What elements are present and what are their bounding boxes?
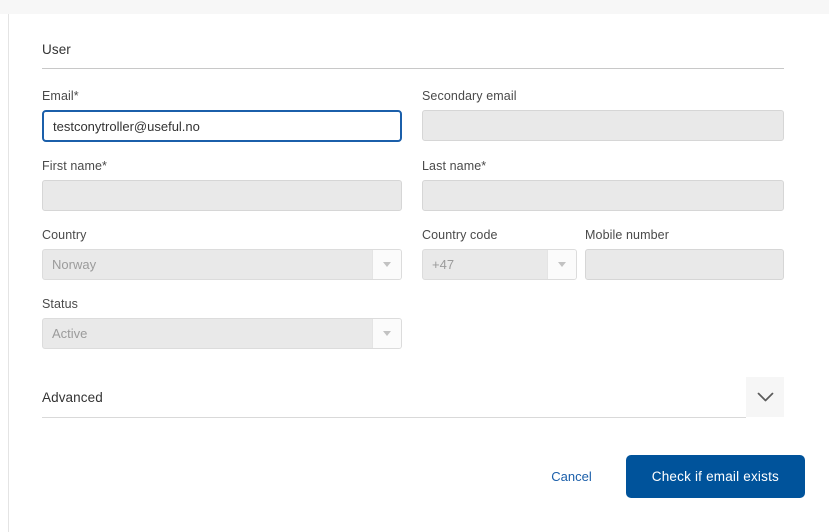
form-row-phone: Country Norway Country code +47 Mobile n… xyxy=(42,228,784,280)
country-select[interactable]: Norway xyxy=(42,249,402,280)
first-name-input[interactable] xyxy=(42,180,402,211)
form-row-status: Status Active xyxy=(42,297,784,349)
secondary-email-input[interactable] xyxy=(422,110,784,141)
email-input[interactable] xyxy=(42,110,402,142)
status-select-value: Active xyxy=(52,326,88,341)
last-name-input[interactable] xyxy=(422,180,784,211)
label-status: Status xyxy=(42,297,79,311)
section-title-user: User xyxy=(42,42,71,57)
form-row-email: Email* Secondary email xyxy=(42,89,784,142)
advanced-toggle-button[interactable] xyxy=(746,377,784,417)
label-email: Email* xyxy=(42,89,79,103)
label-secondary-email: Secondary email xyxy=(422,89,517,103)
status-select-arrow[interactable] xyxy=(372,319,401,348)
status-row-spacer xyxy=(422,297,784,349)
mobile-number-input[interactable] xyxy=(585,249,784,280)
advanced-title: Advanced xyxy=(42,389,103,405)
country-select-value: Norway xyxy=(52,257,97,272)
chevron-down-icon xyxy=(558,262,566,267)
advanced-divider xyxy=(42,417,746,418)
chevron-down-icon xyxy=(383,331,391,336)
field-last-name: Last name* xyxy=(422,159,784,211)
field-country: Country Norway xyxy=(42,228,402,280)
status-select[interactable]: Active xyxy=(42,318,402,349)
field-email: Email* xyxy=(42,89,402,142)
label-first-name: First name* xyxy=(42,159,108,173)
country-code-select-value: +47 xyxy=(432,257,455,272)
field-status: Status Active xyxy=(42,297,402,349)
country-select-arrow[interactable] xyxy=(372,250,401,279)
chevron-down-icon xyxy=(757,392,773,401)
chevron-down-icon xyxy=(383,262,391,267)
label-mobile-number: Mobile number xyxy=(585,228,669,242)
user-form-page: User Email* Secondary email First name* … xyxy=(9,14,829,532)
advanced-header[interactable]: Advanced xyxy=(42,377,784,417)
advanced-section: Advanced xyxy=(42,377,784,418)
label-last-name: Last name* xyxy=(422,159,487,173)
field-first-name: First name* xyxy=(42,159,402,211)
form-row-name: First name* Last name* xyxy=(42,159,784,211)
phone-group: Country code +47 Mobile number xyxy=(422,228,784,280)
cancel-button[interactable]: Cancel xyxy=(551,469,591,484)
user-form: User Email* Secondary email First name* … xyxy=(42,42,784,418)
form-actions: Cancel Check if email exists xyxy=(551,455,805,498)
label-country-code: Country code xyxy=(422,228,498,242)
field-secondary-email: Secondary email xyxy=(422,89,784,142)
country-code-select-arrow[interactable] xyxy=(547,250,576,279)
field-country-code: Country code +47 xyxy=(422,228,577,280)
check-if-email-exists-button[interactable]: Check if email exists xyxy=(625,455,805,498)
label-country: Country xyxy=(42,228,87,242)
window-top-strip xyxy=(0,0,829,14)
field-mobile-number: Mobile number xyxy=(585,228,784,280)
country-code-select[interactable]: +47 xyxy=(422,249,577,280)
section-divider xyxy=(42,68,784,69)
